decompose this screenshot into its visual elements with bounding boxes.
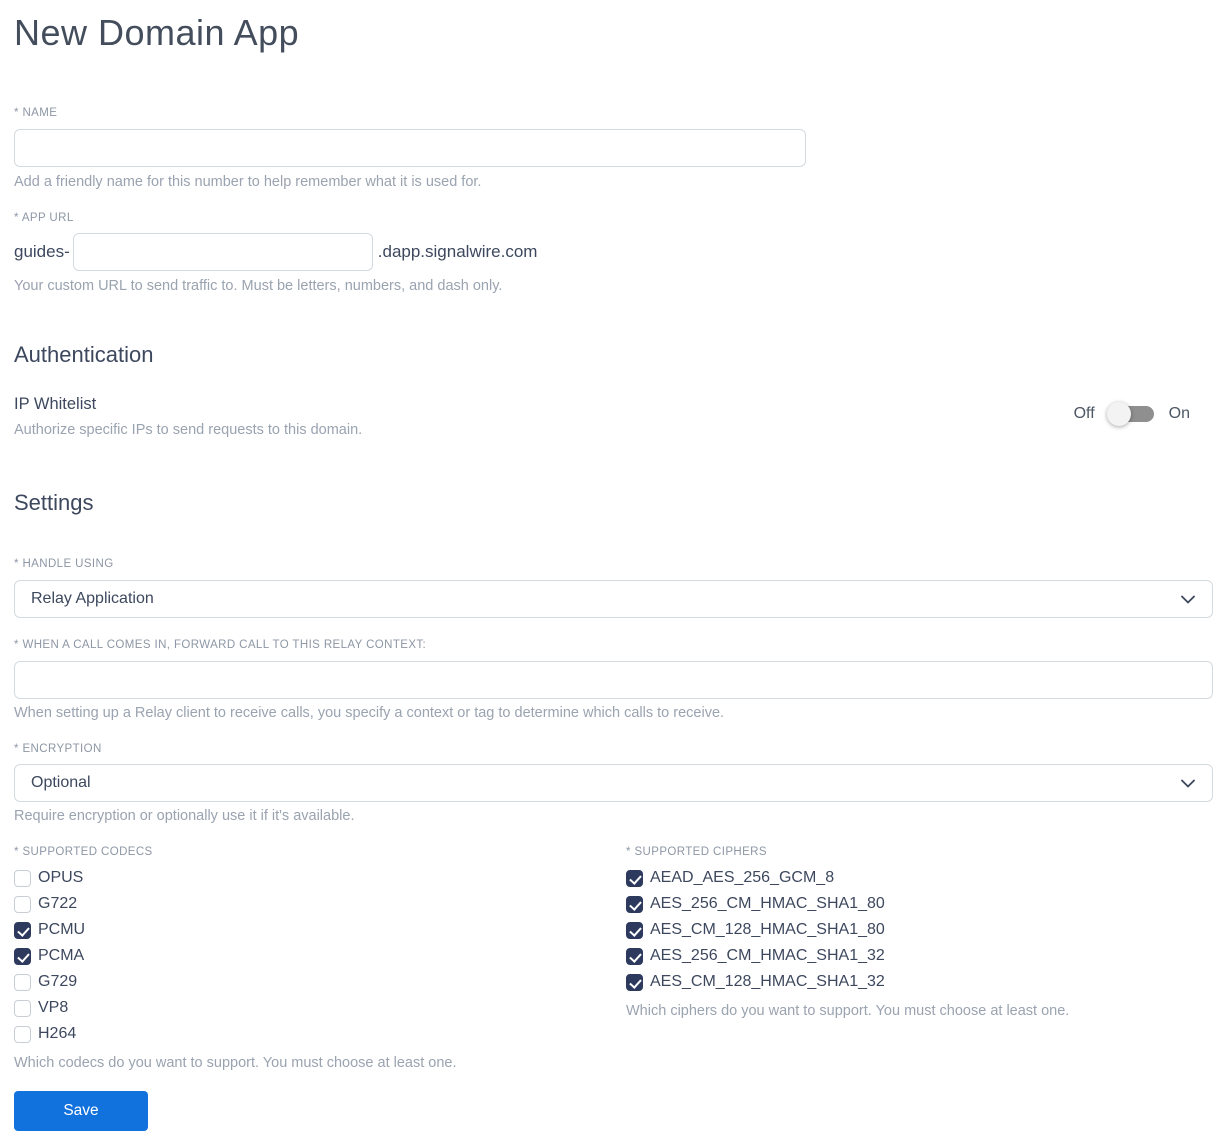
- codec-checkbox-label: VP8: [38, 999, 69, 1016]
- checkbox-icon[interactable]: [14, 895, 31, 913]
- ip-whitelist-toggle-block: Off On: [1074, 401, 1190, 427]
- ip-whitelist-label: IP Whitelist: [14, 395, 97, 413]
- checkbox-icon[interactable]: [626, 921, 643, 939]
- toggle-on-label: On: [1168, 405, 1190, 422]
- toggle-off-label: Off: [1073, 405, 1095, 422]
- codecs-checkbox-list: OPUS G722 PCMU PCMA G729 VP8 H264: [14, 865, 626, 1047]
- relay-context-helper: When setting up a Relay client to receiv…: [14, 705, 725, 721]
- app-url-row: guides- .dapp.signalwire.com: [14, 233, 1213, 271]
- checkbox-icon[interactable]: [14, 973, 31, 991]
- app-url-helper: Your custom URL to send traffic to. Must…: [14, 278, 503, 294]
- supported-codecs-label: * SUPPORTED CODECS: [14, 846, 153, 858]
- app-url-suffix: .dapp.signalwire.com: [377, 242, 538, 261]
- codec-checkbox-label: PCMA: [38, 947, 85, 964]
- encryption-helper: Require encryption or optionally use it …: [14, 808, 355, 824]
- relay-context-input[interactable]: [14, 661, 1213, 699]
- codec-checkbox-row[interactable]: PCMU: [14, 917, 626, 943]
- checkbox-icon[interactable]: [14, 921, 31, 939]
- authentication-heading: Authentication: [14, 342, 154, 367]
- codec-checkbox-label: OPUS: [38, 869, 84, 886]
- checkbox-icon[interactable]: [14, 869, 31, 887]
- codec-checkbox-label: H264: [38, 1025, 77, 1042]
- codec-checkbox-row[interactable]: OPUS: [14, 865, 626, 891]
- codec-checkbox-row[interactable]: G729: [14, 969, 626, 995]
- checkbox-icon[interactable]: [626, 973, 643, 991]
- supported-ciphers-label: * SUPPORTED CIPHERS: [626, 846, 767, 858]
- encryption-label: * ENCRYPTION: [14, 743, 102, 755]
- app-url-label: * APP URL: [14, 212, 74, 224]
- checkbox-icon[interactable]: [626, 869, 643, 887]
- relay-context-group: * WHEN A CALL COMES IN, FORWARD CALL TO …: [14, 638, 1213, 722]
- codec-checkbox-row[interactable]: G722: [14, 891, 626, 917]
- supported-codecs-group: * SUPPORTED CODECS OPUS G722 PCMU PCMA G…: [14, 845, 626, 1072]
- codecs-helper: Which codecs do you want to support. You…: [14, 1055, 457, 1071]
- codec-checkbox-label: G729: [38, 973, 78, 990]
- chevron-down-icon: [1181, 595, 1195, 604]
- name-label: * NAME: [14, 107, 58, 119]
- cipher-checkbox-row[interactable]: AES_256_CM_HMAC_SHA1_32: [626, 943, 1213, 969]
- name-helper: Add a friendly name for this number to h…: [14, 174, 482, 190]
- codec-checkbox-label: PCMU: [38, 921, 86, 938]
- ip-whitelist-text: IP Whitelist Authorize specific IPs to s…: [14, 393, 362, 439]
- handle-using-group: * HANDLE USING Relay Application: [14, 557, 1213, 618]
- app-url-prefix: guides-: [14, 242, 70, 261]
- page-title: New Domain App: [14, 12, 300, 53]
- codec-checkbox-row[interactable]: H264: [14, 1021, 626, 1047]
- cipher-checkbox-label: AES_CM_128_HMAC_SHA1_80: [650, 921, 885, 938]
- cipher-checkbox-label: AES_256_CM_HMAC_SHA1_32: [650, 947, 885, 964]
- ip-whitelist-toggle[interactable]: [1106, 402, 1154, 426]
- checkbox-icon[interactable]: [14, 1025, 31, 1043]
- settings-heading: Settings: [14, 490, 94, 515]
- relay-context-label: * WHEN A CALL COMES IN, FORWARD CALL TO …: [14, 639, 427, 651]
- ciphers-checkbox-list: AEAD_AES_256_GCM_8 AES_256_CM_HMAC_SHA1_…: [626, 865, 1213, 995]
- codec-cipher-columns: * SUPPORTED CODECS OPUS G722 PCMU PCMA G…: [14, 845, 1213, 1072]
- chevron-down-icon: [1181, 779, 1195, 788]
- name-input[interactable]: [14, 129, 806, 167]
- checkbox-icon[interactable]: [626, 895, 643, 913]
- cipher-checkbox-row[interactable]: AES_CM_128_HMAC_SHA1_32: [626, 969, 1213, 995]
- codec-checkbox-row[interactable]: VP8: [14, 995, 626, 1021]
- checkbox-icon[interactable]: [14, 999, 31, 1017]
- new-domain-app-page: New Domain App * NAME Add a friendly nam…: [0, 0, 1230, 1145]
- cipher-checkbox-label: AES_256_CM_HMAC_SHA1_80: [650, 895, 885, 912]
- save-button[interactable]: Save: [14, 1091, 148, 1131]
- handle-using-selected-value: Relay Application: [31, 590, 154, 607]
- app-url-field-group: * APP URL guides- .dapp.signalwire.com Y…: [14, 211, 1213, 295]
- toggle-knob-icon[interactable]: [1106, 402, 1131, 426]
- encryption-select[interactable]: Optional: [14, 764, 1213, 802]
- handle-using-label: * HANDLE USING: [14, 558, 114, 570]
- checkbox-icon[interactable]: [626, 947, 643, 965]
- cipher-checkbox-row[interactable]: AES_CM_128_HMAC_SHA1_80: [626, 917, 1213, 943]
- app-url-input[interactable]: [72, 233, 373, 271]
- codec-checkbox-label: G722: [38, 895, 78, 912]
- supported-ciphers-group: * SUPPORTED CIPHERS AEAD_AES_256_GCM_8 A…: [626, 845, 1213, 1072]
- checkbox-icon[interactable]: [14, 947, 31, 965]
- ciphers-helper: Which ciphers do you want to support. Yo…: [626, 1003, 1070, 1019]
- cipher-checkbox-row[interactable]: AES_256_CM_HMAC_SHA1_80: [626, 891, 1213, 917]
- encryption-group: * ENCRYPTION Optional Require encryption…: [14, 742, 1213, 825]
- ip-whitelist-helper: Authorize specific IPs to send requests …: [14, 422, 363, 438]
- cipher-checkbox-label: AEAD_AES_256_GCM_8: [650, 869, 835, 886]
- codec-checkbox-row[interactable]: PCMA: [14, 943, 626, 969]
- ip-whitelist-row: IP Whitelist Authorize specific IPs to s…: [14, 393, 1213, 439]
- handle-using-select[interactable]: Relay Application: [14, 580, 1213, 618]
- cipher-checkbox-label: AES_CM_128_HMAC_SHA1_32: [650, 973, 885, 990]
- name-field-group: * NAME Add a friendly name for this numb…: [14, 106, 1213, 191]
- cipher-checkbox-row[interactable]: AEAD_AES_256_GCM_8: [626, 865, 1213, 891]
- encryption-selected-value: Optional: [31, 774, 91, 791]
